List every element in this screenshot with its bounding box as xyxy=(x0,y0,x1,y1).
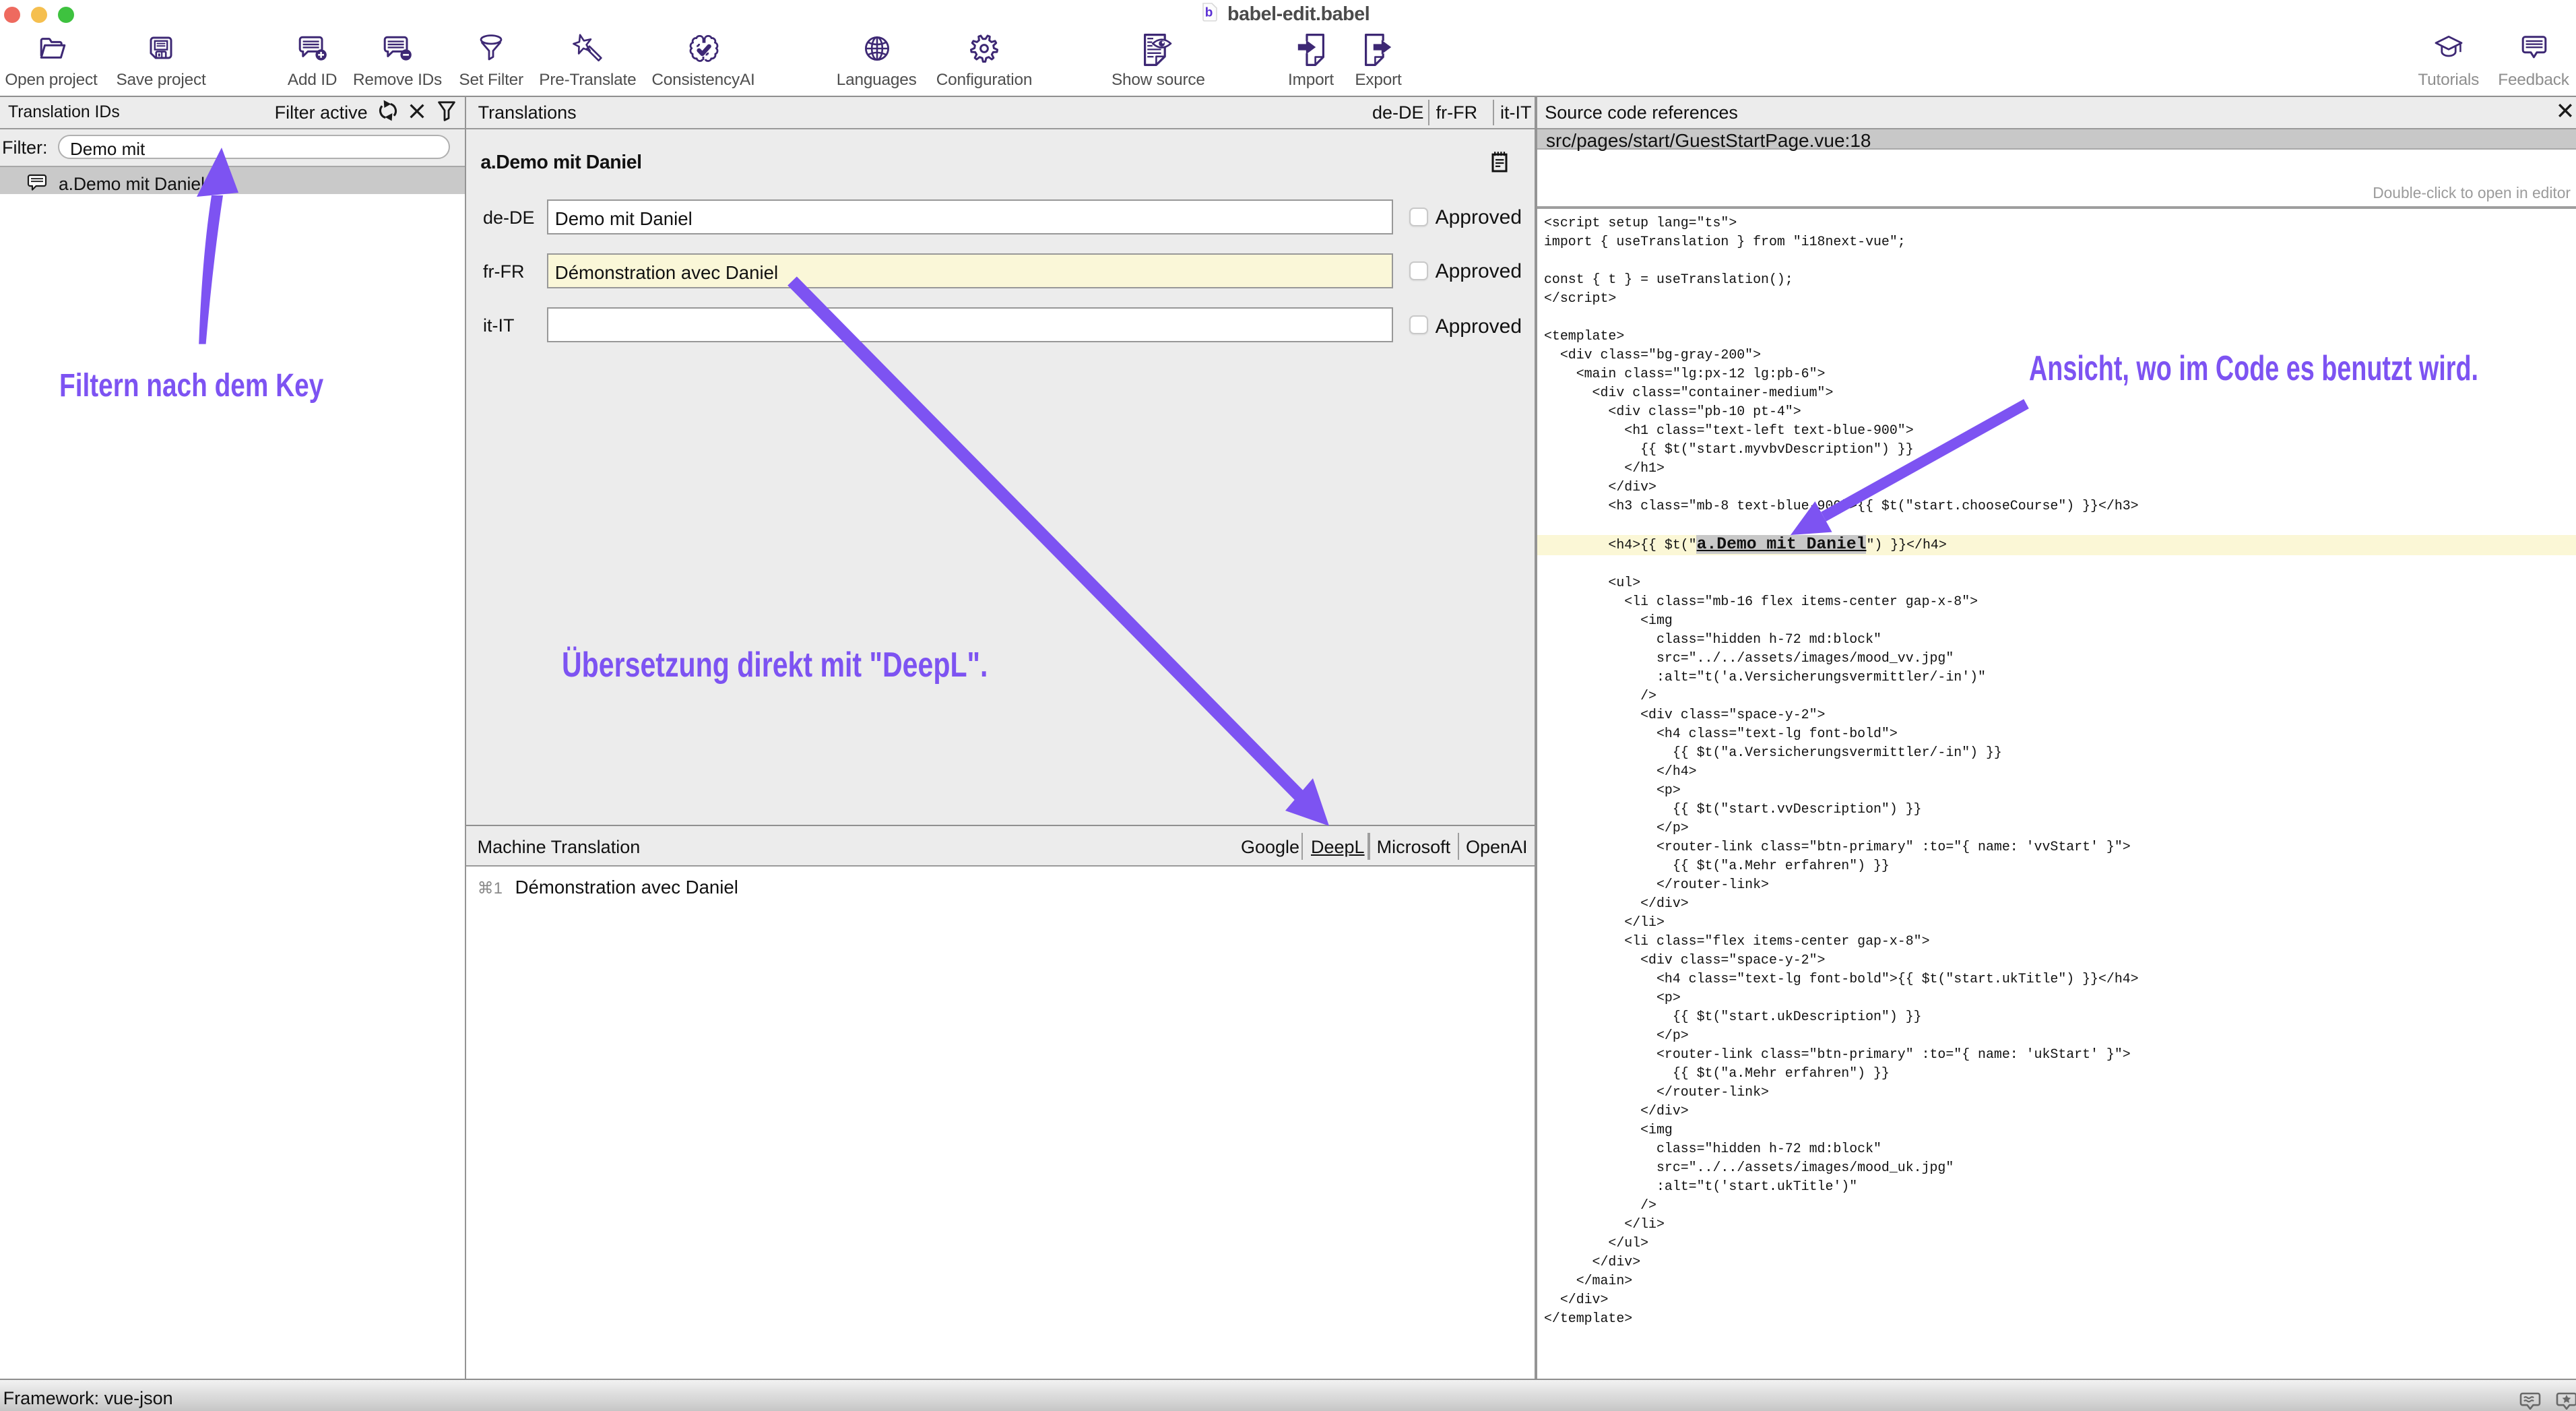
svg-text:b: b xyxy=(1205,5,1213,20)
